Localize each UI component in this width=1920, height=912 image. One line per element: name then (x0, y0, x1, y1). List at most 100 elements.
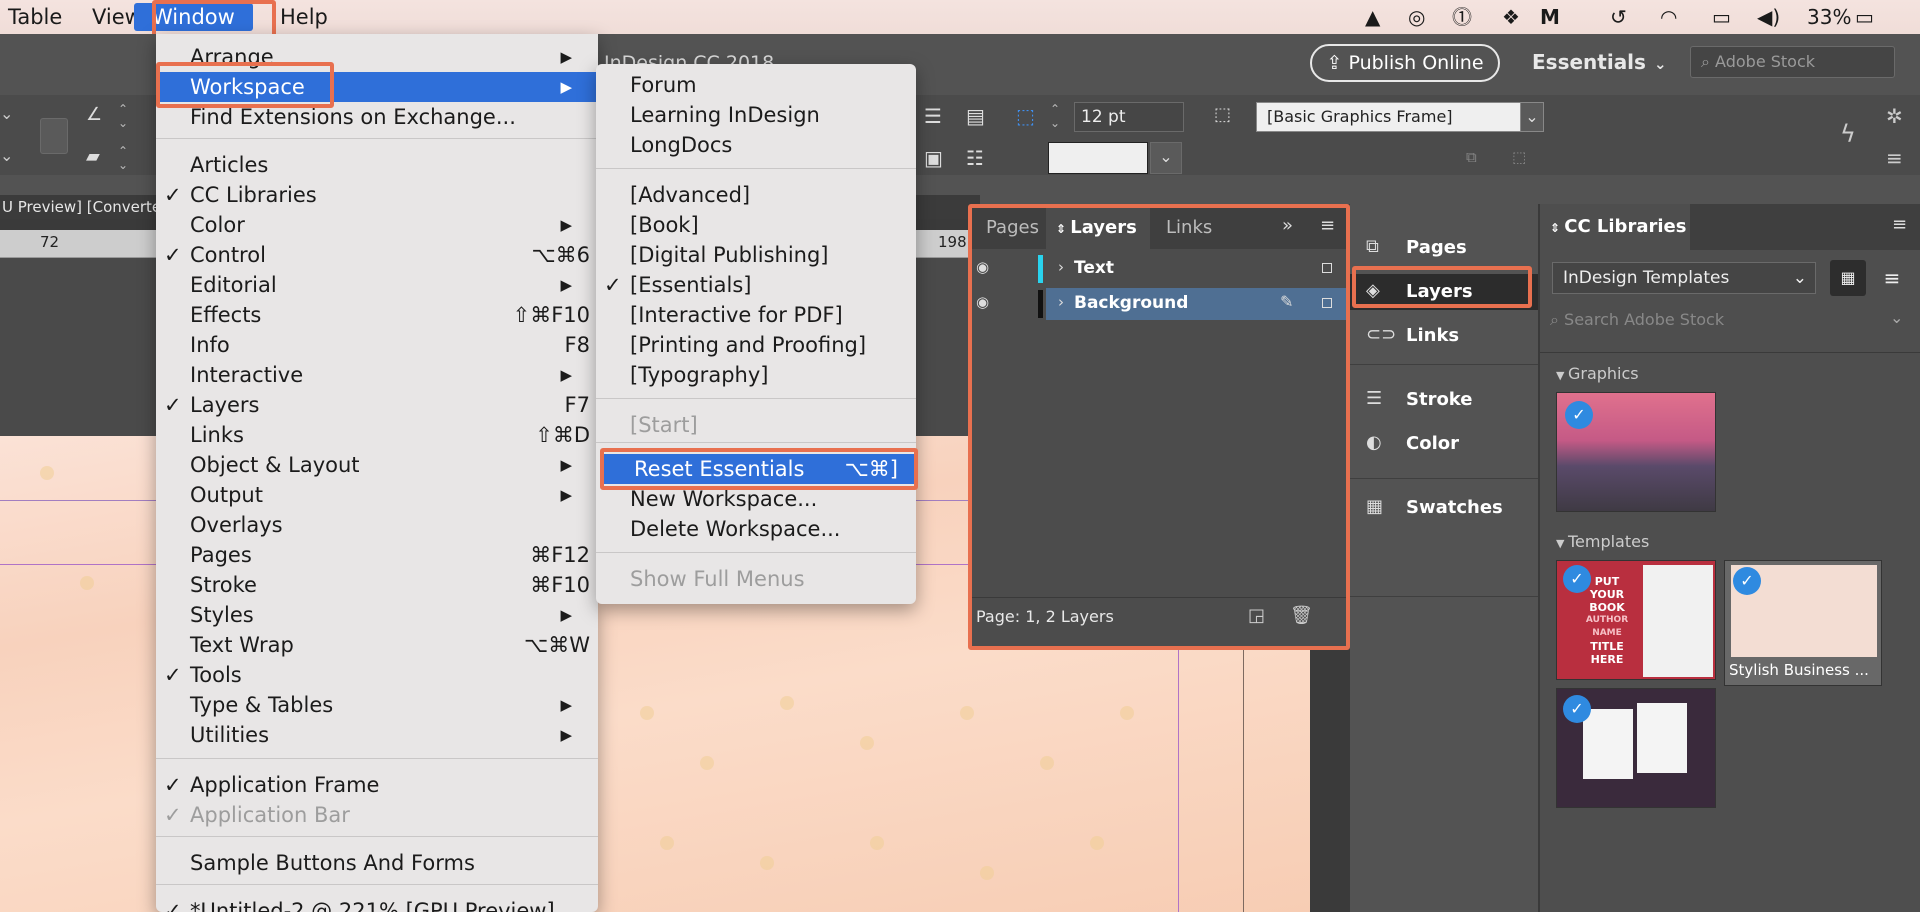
workspace-menu-item[interactable]: Learning InDesign (596, 100, 916, 130)
layer-name[interactable]: Background (1074, 293, 1188, 313)
workspace-menu-item[interactable]: New Workspace... (596, 484, 916, 514)
stock-search[interactable]: ⌕ Search Adobe Stock (1550, 310, 1724, 330)
object-style-select[interactable]: [Basic Graphics Frame] (1256, 102, 1524, 132)
tab-cc-libraries[interactable]: ⇕ CC Libraries (1550, 216, 1686, 237)
window-menu-item[interactable]: Overlays (156, 510, 598, 540)
distribute-icon[interactable]: ▤ (966, 104, 985, 128)
window-menu-item[interactable]: Sample Buttons And Forms (156, 848, 598, 878)
battery-icon[interactable]: ▭ (1855, 0, 1874, 34)
malwarebytes-icon[interactable]: M (1540, 0, 1560, 34)
window-menu-item[interactable]: Type & Tables ▶ (156, 690, 598, 720)
clear-overrides-icon[interactable]: ⧉ (1466, 148, 1477, 166)
stepper-icon[interactable]: ⌃ ⌄ (1050, 102, 1060, 130)
window-menu-item[interactable]: Styles ▶ (156, 600, 598, 630)
constrain-link-icon[interactable] (40, 118, 68, 154)
library-select[interactable]: InDesign Templates ⌄ (1552, 262, 1816, 294)
window-menu-item[interactable]: Find Extensions on Exchange... (156, 102, 598, 132)
workspace-switcher[interactable]: Essentials ⌄ (1532, 50, 1667, 74)
window-menu-item[interactable]: ✓ Tools (156, 660, 598, 690)
frame-fitting-icon[interactable]: ⬚ (1214, 104, 1231, 125)
dock-item-stroke[interactable]: ☰ Stroke (1350, 382, 1538, 418)
workspace-menu-item[interactable]: [Typography] (596, 360, 916, 390)
template-stylish-business[interactable]: ✓ Stylish Business ... (1724, 560, 1882, 686)
lightning-icon[interactable]: ϟ (1840, 120, 1856, 148)
workspace-menu-item[interactable]: Forum (596, 70, 916, 100)
panel-menu-icon[interactable]: ≡ (1892, 214, 1907, 235)
rotate-icon[interactable]: ∠ (86, 104, 102, 125)
workspace-menu-item[interactable]: [Digital Publishing] (596, 240, 916, 270)
window-menu-item[interactable]: ✓ Application Bar (156, 800, 598, 830)
graphic-thumbnail[interactable]: ✓ (1556, 392, 1716, 512)
stroke-weight-input[interactable]: 12 pt (1074, 102, 1184, 132)
dock-item-swatches[interactable]: ▦ Swatches (1350, 490, 1538, 526)
select-square-icon[interactable] (1322, 263, 1332, 273)
window-menu-item[interactable]: ✓ CC Libraries (156, 180, 598, 210)
menu-table[interactable]: Table (8, 3, 62, 31)
eye-icon[interactable]: ◉ (976, 258, 989, 276)
style-override-icon[interactable]: ⬚ (1512, 148, 1526, 166)
window-menu-item[interactable]: ✓ *Untitled-2 @ 221% [GPU Preview] (156, 896, 598, 912)
workspace-menu-item[interactable]: [Start] (596, 410, 916, 440)
chevron-down-icon[interactable]: ⌄ (1520, 102, 1544, 132)
window-menu-item[interactable]: Articles (156, 150, 598, 180)
section-templates[interactable]: ▼ Templates (1556, 532, 1649, 551)
dropbox-icon[interactable]: ❖ (1502, 0, 1520, 34)
workspace-menu-item[interactable]: LongDocs (596, 130, 916, 160)
workspace-menu-item[interactable]: Show Full Menus (596, 564, 916, 594)
grid-view-icon[interactable]: ▦ (1830, 260, 1866, 296)
menu-window[interactable]: Window (134, 3, 253, 31)
eye-icon[interactable]: ◉ (976, 293, 989, 311)
dock-item-pages[interactable]: ⧉ Pages (1350, 230, 1538, 266)
dock-item-layers[interactable]: ◈ Layers (1350, 274, 1538, 310)
onepassword-icon[interactable]: ⓵ (1452, 0, 1472, 34)
publish-online-button[interactable]: ⇪ Publish Online (1310, 44, 1500, 82)
volume-icon[interactable]: ◀) (1757, 0, 1780, 34)
window-menu-item[interactable]: Color ▶ (156, 210, 598, 240)
window-menu-item[interactable]: Effects ⇧⌘F10 (156, 300, 598, 330)
chevron-down-icon[interactable]: ⌄ (0, 146, 13, 165)
creative-cloud-icon[interactable]: ◎ (1408, 0, 1425, 34)
window-menu-item[interactable]: Interactive ▶ (156, 360, 598, 390)
workspace-menu-item[interactable]: [Printing and Proofing] (596, 330, 916, 360)
window-menu-item[interactable]: Utilities ▶ (156, 720, 598, 750)
adobe-stock-search[interactable]: ⌕ Adobe Stock (1690, 46, 1895, 78)
layer-row[interactable]: ◉ › Text (970, 253, 1348, 285)
new-layer-icon[interactable]: ◲ (1248, 605, 1265, 626)
window-menu-item[interactable]: ✓ Layers F7 (156, 390, 598, 420)
chevron-down-icon[interactable]: ⌄ (0, 104, 13, 123)
wrap-shape-icon[interactable]: ☷ (966, 146, 984, 170)
stepper-icon[interactable]: ⌃ ⌄ (118, 144, 128, 172)
tab-pages[interactable]: Pages (986, 217, 1039, 238)
menu-help[interactable]: Help (280, 3, 328, 31)
collapse-icon[interactable]: » (1282, 215, 1293, 236)
window-menu-item[interactable]: Links ⇧⌘D (156, 420, 598, 450)
time-machine-icon[interactable]: ↺ (1610, 0, 1627, 34)
dock-item-links[interactable]: ⊂⊃ Links (1350, 318, 1538, 354)
window-menu-item[interactable]: Pages ⌘F12 (156, 540, 598, 570)
airplay-icon[interactable]: ▭ (1712, 0, 1731, 34)
trash-icon[interactable]: 🗑 (1290, 605, 1313, 626)
pencil-icon[interactable]: ✎ (1280, 292, 1293, 311)
window-menu-item[interactable]: Object & Layout ▶ (156, 450, 598, 480)
chevron-down-icon[interactable]: ⌄ (1890, 308, 1903, 327)
window-menu-item[interactable]: Editorial ▶ (156, 270, 598, 300)
workspace-menu-item[interactable]: Reset Essentials ⌥⌘] (600, 454, 914, 484)
wrap-icon[interactable]: ▣ (924, 146, 943, 170)
section-graphics[interactable]: ▼ Graphics (1556, 364, 1639, 383)
wifi-icon[interactable]: ◠ (1660, 0, 1677, 34)
shear-icon[interactable]: ▰ (86, 146, 100, 167)
expand-arrow-icon[interactable]: › (1058, 258, 1064, 276)
window-menu-item[interactable]: Arrange ▶ (156, 42, 598, 72)
workspace-menu-item[interactable]: [Advanced] (596, 180, 916, 210)
window-menu-item[interactable]: Workspace ▶ (156, 72, 598, 102)
stroke-type-swatch[interactable] (1048, 142, 1148, 174)
template-book-cover[interactable]: PUT YOUR BOOK AUTHOR NAME TITLE HERE ✓ (1556, 560, 1716, 680)
chevron-down-icon[interactable]: ⌄ (1150, 142, 1182, 174)
layer-name[interactable]: Text (1074, 258, 1114, 278)
layer-row[interactable]: ◉ › Background ✎ (970, 288, 1348, 320)
window-menu-item[interactable]: Stroke ⌘F10 (156, 570, 598, 600)
window-menu-item[interactable]: Text Wrap ⌥⌘W (156, 630, 598, 660)
hamburger-icon[interactable]: ≡ (1886, 146, 1903, 170)
tab-links[interactable]: Links (1166, 217, 1212, 238)
window-menu-item[interactable]: Output ▶ (156, 480, 598, 510)
